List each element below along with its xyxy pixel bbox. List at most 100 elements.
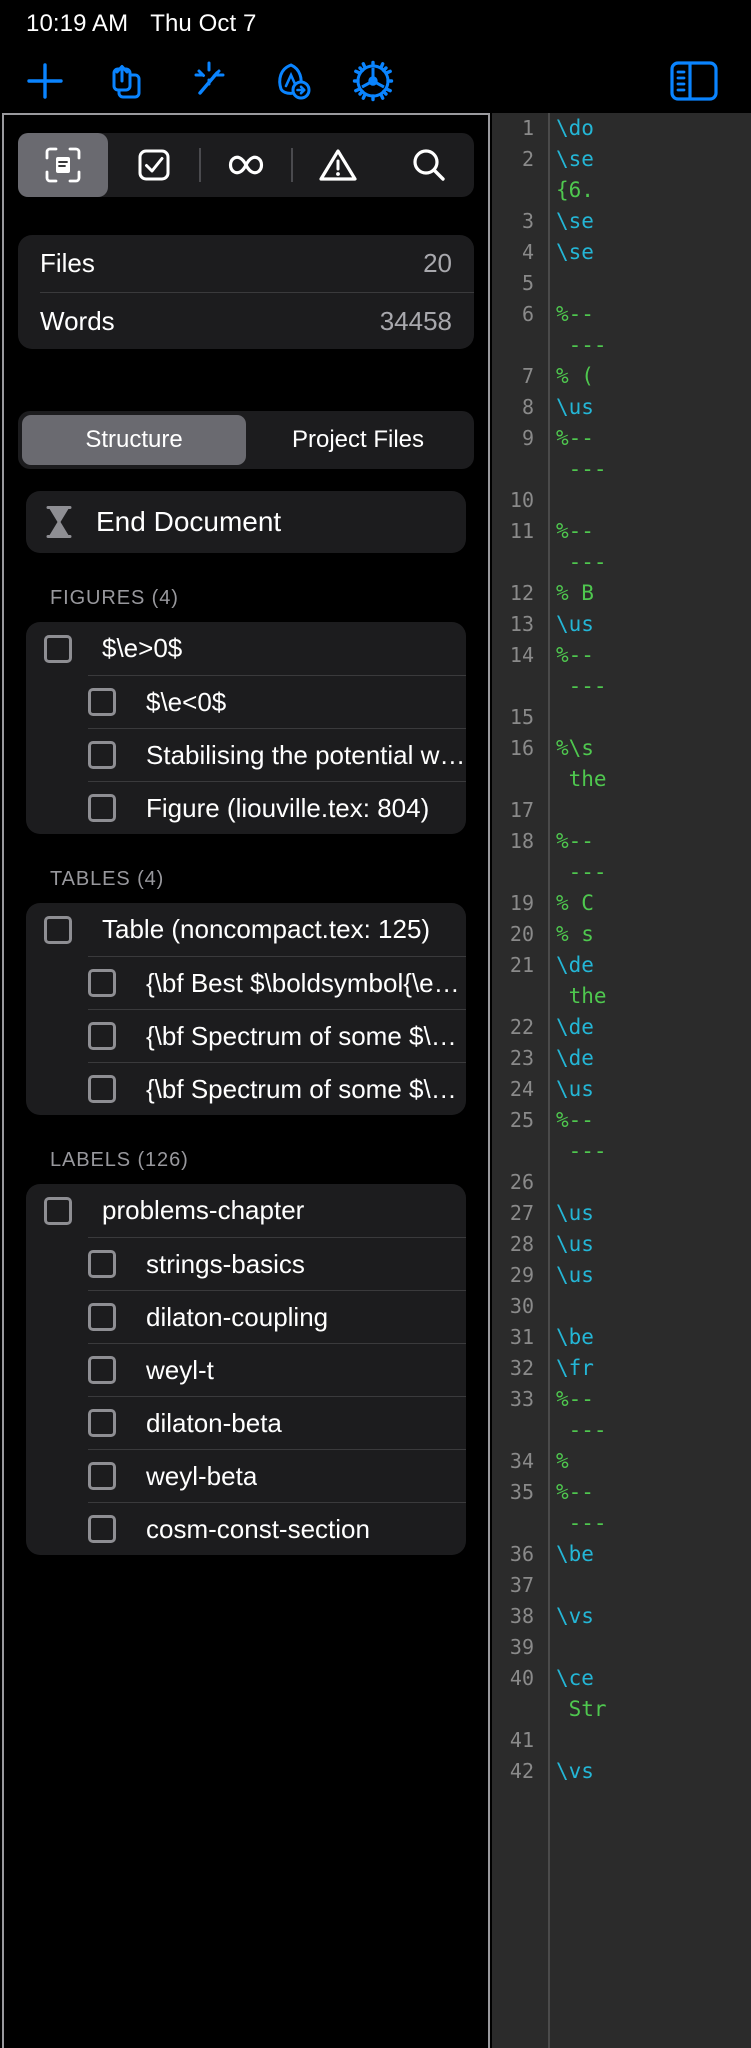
list-item[interactable]: {\bf Best $\boldsymbol{\e >…	[88, 956, 466, 1009]
code-line: 8 \us	[492, 392, 751, 423]
item-checkbox[interactable]	[88, 1462, 116, 1490]
line-number: 33	[509, 1387, 534, 1411]
list-item[interactable]: $\e>0$	[26, 622, 466, 675]
figures-list: $\e>0$ $\e<0$ Stabilising the potential …	[26, 622, 466, 834]
code-line: 40 \ce	[492, 1663, 751, 1694]
line-number: 40	[509, 1666, 534, 1690]
list-item-label: dilaton-coupling	[146, 1301, 329, 1332]
settings-gear-icon[interactable]	[344, 52, 402, 110]
code-line: 31 \be	[492, 1322, 751, 1353]
document-info-tab[interactable]	[18, 133, 109, 197]
code-line: 30	[492, 1291, 751, 1322]
warnings-tab[interactable]	[293, 133, 383, 197]
list-item[interactable]: Figure (liouville.tex: 804)	[88, 781, 466, 834]
line-number	[492, 1136, 544, 1167]
line-number	[492, 547, 544, 578]
item-checkbox[interactable]	[88, 1356, 116, 1384]
add-icon[interactable]	[16, 52, 74, 110]
line-number: 2	[521, 147, 534, 171]
item-checkbox[interactable]	[88, 969, 116, 997]
code-editor[interactable]: 1 \do 2 \se {6. 3 \se 4 \se 5 6 %-- --- 7% (8 \us 9 %--…	[492, 113, 751, 2048]
code-text: %\s	[556, 736, 594, 760]
code-text: \se	[556, 240, 594, 264]
item-checkbox[interactable]	[88, 688, 116, 716]
status-time: 10:19 AM	[26, 10, 129, 37]
typeset-icon[interactable]	[262, 52, 320, 110]
code-line: 24 \us	[492, 1074, 751, 1105]
search-tab[interactable]	[384, 133, 474, 197]
list-item[interactable]: $\e<0$	[88, 675, 466, 728]
code-line: 14 %--	[492, 640, 751, 671]
document-stats-card: Files 20 Words 34458	[18, 235, 474, 349]
item-checkbox[interactable]	[44, 915, 72, 944]
line-number	[492, 454, 544, 485]
item-checkbox[interactable]	[44, 1196, 72, 1225]
item-checkbox[interactable]	[88, 1515, 116, 1543]
share-icon[interactable]	[98, 52, 156, 110]
item-checkbox[interactable]	[88, 1303, 116, 1331]
item-checkbox[interactable]	[88, 1022, 116, 1050]
code-line: 34%	[492, 1446, 751, 1477]
sidebar-toggle-icon[interactable]	[665, 52, 723, 110]
list-item[interactable]: {\bf Spectrum of some $\bo…	[88, 1062, 466, 1115]
tab-structure[interactable]: Structure	[22, 415, 246, 465]
list-item[interactable]: weyl-t	[88, 1343, 466, 1396]
list-item[interactable]: weyl-beta	[88, 1449, 466, 1502]
code-line: 21 \de	[492, 950, 751, 981]
code-text: ---	[556, 457, 607, 481]
code-text: \us	[556, 1232, 594, 1256]
line-number: 10	[509, 488, 534, 512]
line-number	[492, 764, 544, 795]
line-number: 41	[509, 1728, 534, 1752]
code-text: \us	[556, 1201, 594, 1225]
code-text: %--	[556, 519, 594, 543]
line-number: 37	[509, 1573, 534, 1597]
section-title-tables: TABLES (4)	[50, 868, 165, 890]
labels-list: problems-chapter strings-basics dilaton-…	[26, 1184, 466, 1555]
inspector-panel: Files 20 Words 34458 Structure Project F…	[2, 113, 490, 2048]
end-document-row[interactable]: End Document	[26, 491, 466, 553]
item-checkbox[interactable]	[44, 634, 72, 663]
code-text: % (	[556, 364, 594, 388]
stat-value: 20	[423, 248, 452, 278]
item-checkbox[interactable]	[88, 794, 116, 822]
code-lines: 1 \do 2 \se {6. 3 \se 4 \se 5 6 %-- --- 7% (8 \us 9 %--…	[492, 113, 751, 1787]
list-item[interactable]: dilaton-beta	[88, 1396, 466, 1449]
todo-tab[interactable]	[108, 133, 198, 197]
list-item[interactable]: cosm-const-section	[88, 1502, 466, 1555]
math-tab[interactable]	[201, 133, 291, 197]
item-checkbox[interactable]	[88, 741, 116, 769]
list-item[interactable]: Table (noncompact.tex: 125)	[26, 903, 466, 956]
list-item[interactable]: problems-chapter	[26, 1184, 466, 1237]
code-line: ---	[492, 1415, 751, 1446]
code-line: 18 %--	[492, 826, 751, 857]
line-number: 9	[521, 426, 534, 450]
item-checkbox[interactable]	[88, 1409, 116, 1437]
list-item-label: Table (noncompact.tex: 125)	[102, 914, 431, 944]
code-line: 1 \do	[492, 113, 751, 144]
line-number: 34	[509, 1449, 534, 1473]
list-item[interactable]: Stabilising the potential whe…	[88, 728, 466, 781]
list-item[interactable]: {\bf Spectrum of some $\bo…	[88, 1009, 466, 1062]
infinity-icon	[228, 155, 264, 175]
code-text: \be	[556, 1542, 594, 1566]
code-text: %--	[556, 1108, 594, 1132]
code-line: 29 \us	[492, 1260, 751, 1291]
code-line: 20 % s	[492, 919, 751, 950]
magic-wand-icon[interactable]	[180, 52, 238, 110]
code-line: ---	[492, 454, 751, 485]
code-line: 25 %--	[492, 1105, 751, 1136]
code-line: ---	[492, 857, 751, 888]
code-line: ---	[492, 330, 751, 361]
item-checkbox[interactable]	[88, 1075, 116, 1103]
tab-project-files[interactable]: Project Files	[246, 415, 470, 465]
list-item[interactable]: dilaton-coupling	[88, 1290, 466, 1343]
item-checkbox[interactable]	[88, 1250, 116, 1278]
code-line: the	[492, 981, 751, 1012]
list-item[interactable]: strings-basics	[88, 1237, 466, 1290]
code-line: 38 \vs	[492, 1601, 751, 1632]
list-item-label: {\bf Spectrum of some $\bo…	[146, 1020, 466, 1051]
